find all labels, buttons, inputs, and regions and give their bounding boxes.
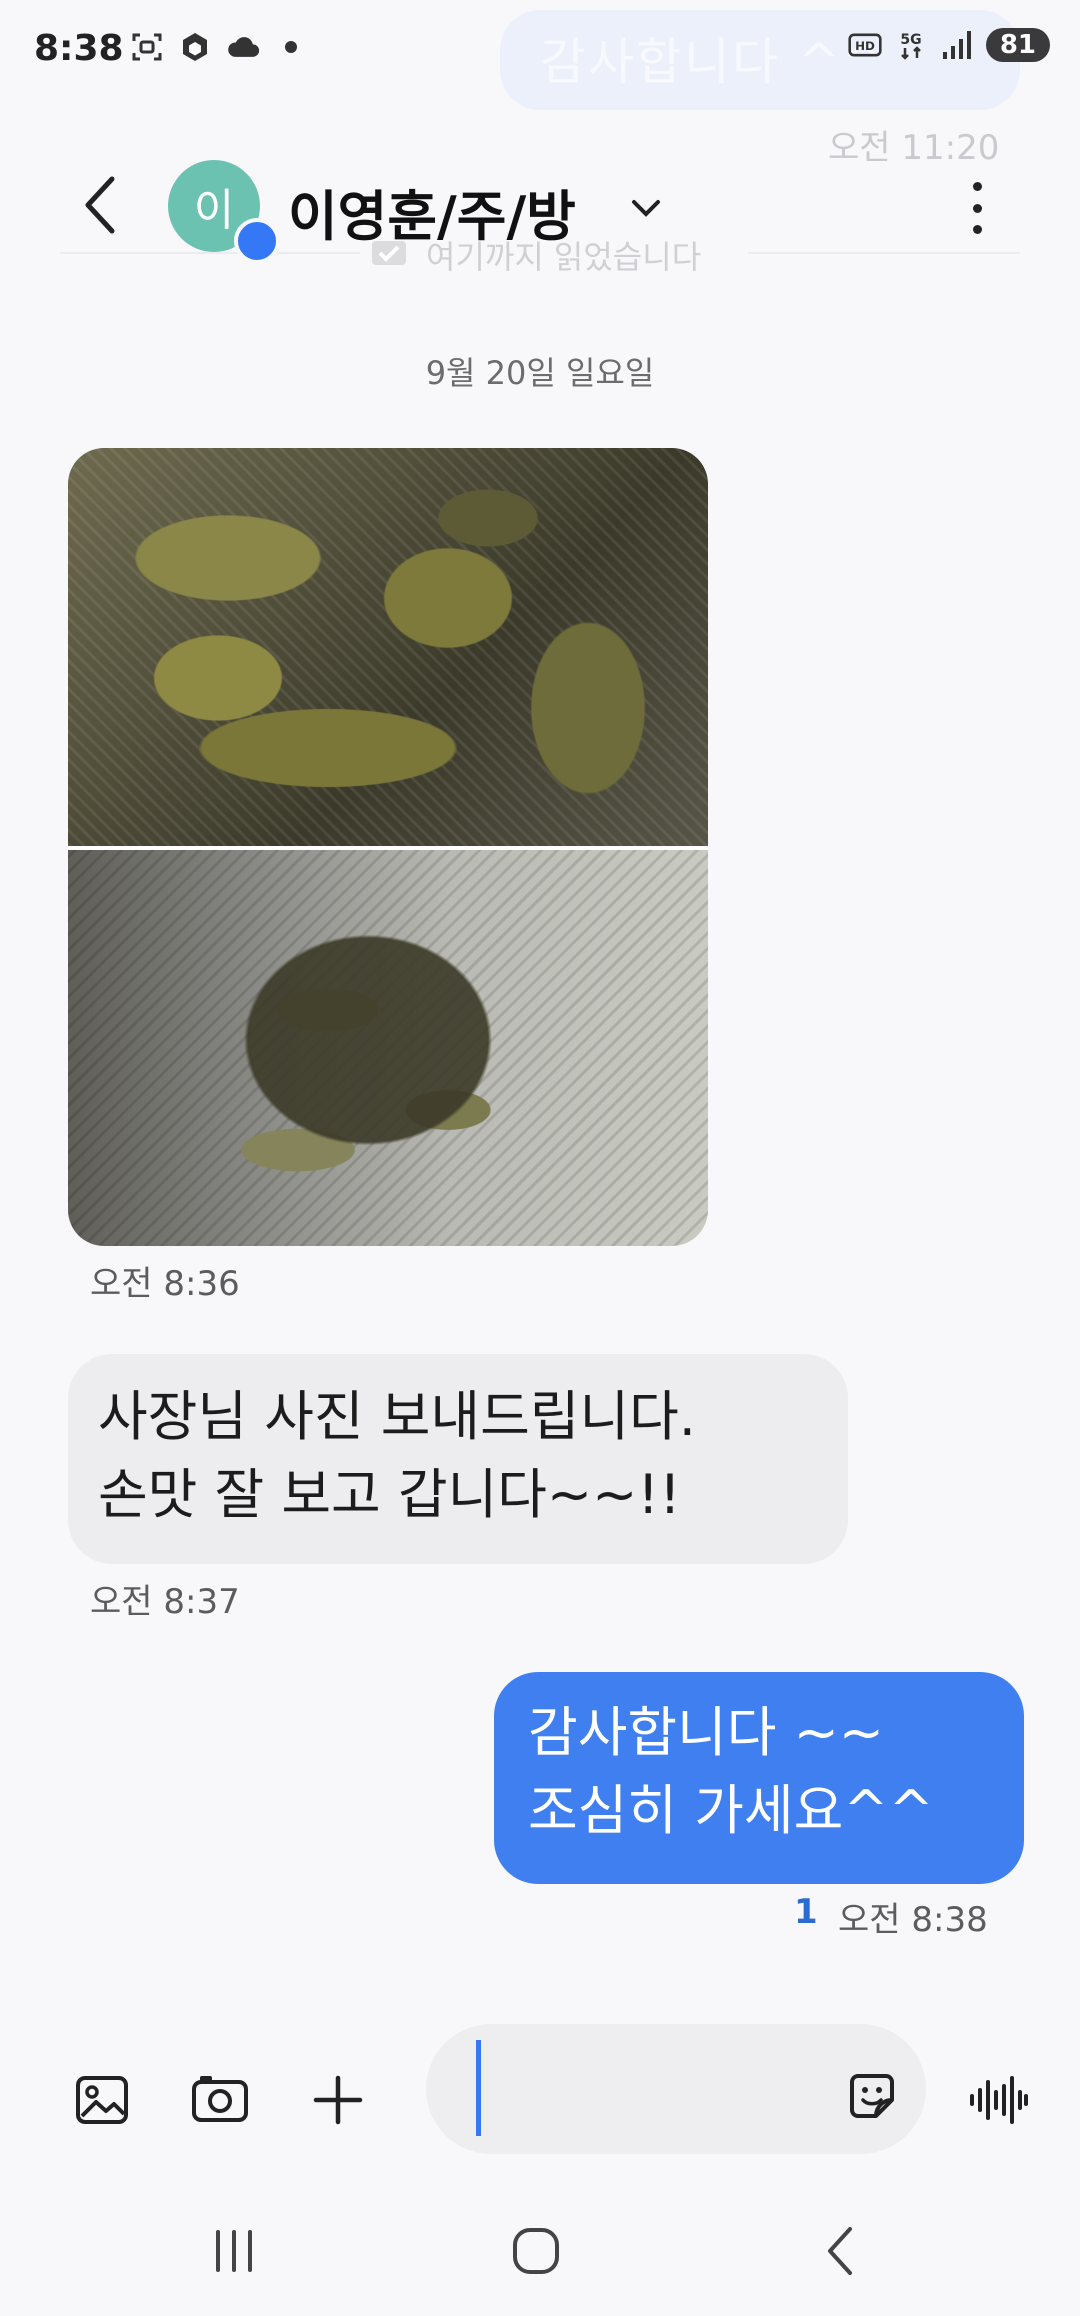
chevron-left-icon — [85, 176, 115, 234]
contact-name[interactable]: 이영훈/주/방 — [288, 172, 576, 251]
date-separator: 9월 20일 일요일 — [425, 354, 655, 392]
ghost-time: 오전 11:20 — [828, 128, 1000, 168]
home-icon — [513, 2228, 559, 2274]
sent-message-bubble[interactable]: 감사합니다 ~~ 조심히 가세요^^ — [494, 1672, 1024, 1884]
battery-indicator: 81 — [985, 28, 1050, 62]
network-5g-icon: 5G — [894, 28, 928, 62]
status-icons-left — [130, 30, 308, 64]
home-button[interactable] — [496, 2216, 576, 2286]
message-text-line: 조심히 가세요^^ — [528, 1779, 934, 1842]
svg-text:5G: 5G — [900, 32, 921, 48]
received-message-bubble[interactable]: 사장님 사진 보내드립니다. 손맛 잘 보고 갑니다~~!! — [68, 1354, 848, 1564]
nav-back-button[interactable] — [800, 2216, 880, 2286]
camera-button[interactable] — [188, 2068, 252, 2132]
fish-photo-bottom — [68, 850, 708, 1246]
avatar-status-dot — [234, 218, 280, 264]
image-message[interactable] — [68, 448, 708, 1246]
signal-icon — [940, 28, 974, 62]
svg-text:HD: HD — [855, 39, 875, 53]
voice-message-button[interactable] — [966, 2068, 1030, 2132]
ghost-bubble-text: 감사합니다 ^^ — [540, 33, 886, 91]
back-icon — [828, 2227, 852, 2275]
message-text-line: 감사합니다 ~~ — [528, 1701, 885, 1764]
hd-voice-icon: HD — [848, 28, 882, 62]
message-text-line: 사장님 사진 보내드립니다. — [98, 1385, 696, 1448]
chevron-down-icon[interactable] — [626, 188, 666, 228]
add-attachment-button[interactable] — [306, 2068, 370, 2132]
waveform-icon — [970, 2076, 1028, 2124]
camera-icon — [192, 2076, 248, 2122]
more-dot — [972, 225, 982, 234]
plus-icon — [313, 2075, 363, 2125]
more-dot — [972, 203, 982, 213]
message-text-line: 손맛 잘 보고 갑니다~~!! — [98, 1463, 681, 1526]
notification-dot-icon — [274, 30, 308, 64]
back-button[interactable] — [70, 170, 130, 240]
package-icon — [178, 30, 212, 64]
fish-photo-top — [68, 448, 708, 846]
message-time: 오전 8:37 — [90, 1582, 240, 1622]
status-time: 8:38 — [34, 28, 124, 69]
text-cursor — [476, 2040, 481, 2136]
ghost-divider — [60, 252, 360, 254]
gallery-button[interactable] — [70, 2068, 134, 2132]
emoji-button[interactable] — [846, 2070, 902, 2126]
message-time: 오전 8:36 — [90, 1264, 240, 1304]
recent-apps-icon — [216, 2230, 252, 2272]
ghost-divider — [748, 252, 1020, 254]
unread-count: 1 — [794, 1892, 818, 1932]
message-time: 오전 8:38 — [838, 1900, 988, 1940]
more-options-button[interactable] — [952, 178, 1002, 238]
more-dot — [972, 182, 982, 191]
status-icons-right: HD 5G 81 — [848, 28, 1050, 62]
screenshot-icon — [130, 30, 164, 64]
image-icon — [76, 2076, 128, 2124]
sticker-icon — [850, 2074, 894, 2118]
recent-apps-button[interactable] — [194, 2216, 274, 2286]
cloud-icon — [226, 30, 260, 64]
